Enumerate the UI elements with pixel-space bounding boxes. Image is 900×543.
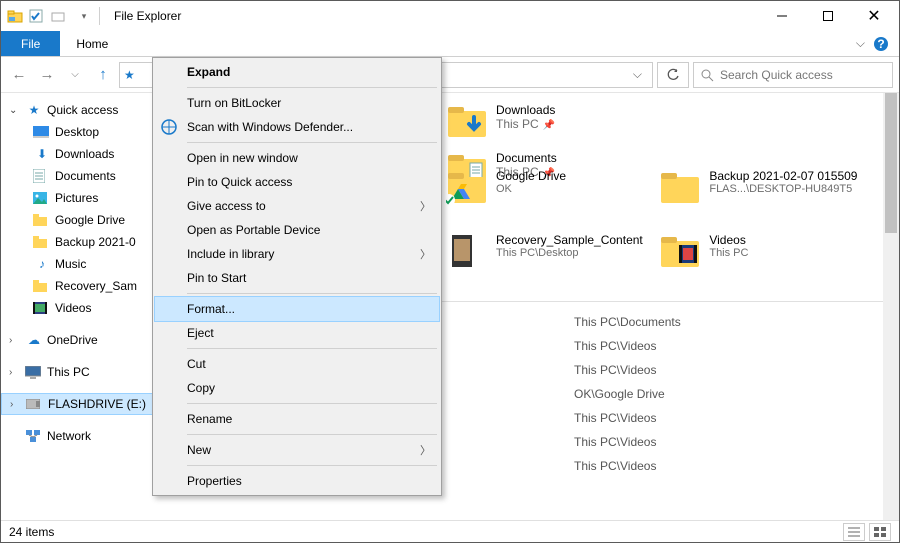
folder-tile[interactable]: DownloadsThis PC📌 [446, 103, 656, 139]
titlebar: ▾ File Explorer ✕ [1, 1, 899, 31]
history-dropdown[interactable]: ⌵ [63, 63, 87, 87]
file-tab[interactable]: File [1, 31, 60, 56]
refresh-button[interactable] [657, 62, 689, 88]
folder-icon [659, 169, 701, 205]
ctx-pin-start[interactable]: Pin to Start [155, 266, 439, 290]
nav-toolbar: ← → ⌵ ↑ ★ ⌵ Search Quick access [1, 57, 899, 93]
downloads-folder-icon [446, 103, 488, 139]
submenu-arrow-icon: 〉 [420, 198, 431, 214]
quickaccess-star-icon: ★ [124, 68, 135, 82]
search-icon [700, 68, 714, 82]
ctx-format[interactable]: Format... [155, 297, 439, 321]
search-placeholder: Search Quick access [720, 68, 833, 82]
maximize-button[interactable] [805, 1, 851, 31]
ctx-properties[interactable]: Properties [155, 469, 439, 493]
qat-separator [99, 7, 100, 25]
qat-dropdown-icon[interactable]: ▾ [73, 11, 95, 22]
up-button[interactable]: ↑ [91, 63, 115, 87]
statusbar: 24 items [1, 520, 899, 542]
folder-tile[interactable]: Google DriveOK [446, 169, 656, 205]
svg-text:?: ? [877, 37, 884, 51]
app-icon [7, 8, 29, 24]
close-button[interactable]: ✕ [851, 1, 897, 31]
scroll-thumb[interactable] [885, 93, 897, 233]
context-menu: Expand Turn on BitLocker Scan with Windo… [152, 57, 442, 496]
qat-newfolder-icon[interactable] [51, 9, 73, 23]
details-view-button[interactable] [843, 523, 865, 541]
home-tab[interactable]: Home [60, 31, 124, 56]
ctx-pin-quick-access[interactable]: Pin to Quick access [155, 170, 439, 194]
item-count: 24 items [9, 525, 54, 539]
ctx-eject[interactable]: Eject [155, 321, 439, 345]
ctx-portable-device[interactable]: Open as Portable Device [155, 218, 439, 242]
window-title: File Explorer [114, 9, 181, 23]
ctx-new[interactable]: New〉 [155, 438, 439, 462]
ctx-include-library[interactable]: Include in library〉 [155, 242, 439, 266]
back-button[interactable]: ← [7, 63, 31, 87]
large-icons-view-button[interactable] [869, 523, 891, 541]
ctx-copy[interactable]: Copy [155, 376, 439, 400]
ctx-defender[interactable]: Scan with Windows Defender... [155, 115, 439, 139]
help-icon[interactable]: ? [873, 31, 893, 56]
submenu-arrow-icon: 〉 [420, 246, 431, 262]
folder-tile[interactable]: Recovery_Sample_ContentThis PC\Desktop [446, 233, 656, 269]
ribbon-tabs: File Home ⌵ ? [1, 31, 899, 57]
minimize-button[interactable] [759, 1, 805, 31]
forward-button[interactable]: → [35, 63, 59, 87]
body: ⌄★Quick access Desktop ⬇Downloads Docume… [1, 93, 899, 520]
ctx-open-new-window[interactable]: Open in new window [155, 146, 439, 170]
ctx-give-access[interactable]: Give access to〉 [155, 194, 439, 218]
address-dropdown-icon[interactable]: ⌵ [627, 67, 648, 82]
ctx-rename[interactable]: Rename [155, 407, 439, 431]
gdrive-folder-icon [446, 169, 488, 205]
search-box[interactable]: Search Quick access [693, 62, 893, 88]
submenu-arrow-icon: 〉 [420, 442, 431, 458]
ctx-expand[interactable]: Expand [155, 60, 439, 84]
pin-icon: 📌 [543, 120, 555, 131]
folder-tile[interactable]: Backup 2021-02-07 015509FLAS...\DESKTOP-… [659, 169, 879, 205]
qat-properties-icon[interactable] [29, 9, 51, 23]
recovery-folder-icon [446, 233, 488, 269]
videos-folder-icon [659, 233, 701, 269]
folder-tile[interactable]: VideosThis PC [659, 233, 869, 269]
defender-icon [161, 119, 181, 135]
ctx-bitlocker[interactable]: Turn on BitLocker [155, 91, 439, 115]
ctx-cut[interactable]: Cut [155, 352, 439, 376]
vertical-scrollbar[interactable] [883, 93, 899, 520]
ribbon-expand-icon[interactable]: ⌵ [848, 31, 873, 56]
